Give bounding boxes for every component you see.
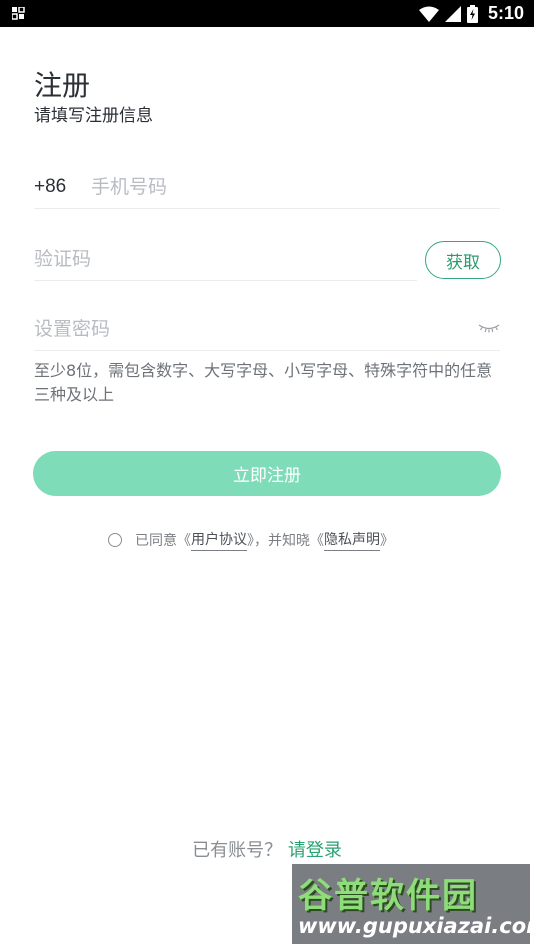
country-code[interactable]: +86 — [34, 176, 66, 198]
watermark-title: 谷普软件园 — [298, 876, 478, 916]
code-field — [34, 238, 417, 281]
watermark-url: www.gupuxiazai.com — [298, 914, 534, 938]
page-subtitle: 请填写注册信息 — [34, 106, 153, 126]
agree-radio[interactable] — [108, 533, 122, 547]
privacy-link[interactable]: 隐私声明 — [324, 529, 380, 551]
login-question: 已有账号？ — [192, 840, 283, 861]
phone-field: +86 — [34, 166, 500, 209]
login-prompt: 已有账号？ 请登录 — [0, 836, 534, 862]
signal-icon — [444, 5, 461, 22]
agreement-prefix: 已同意《 — [135, 533, 191, 549]
notification-grid-icon — [12, 7, 25, 20]
page-title: 注册 — [34, 69, 91, 102]
phone-input[interactable] — [91, 166, 491, 208]
agreement-suffix: 》 — [380, 533, 394, 549]
user-agreement-link[interactable]: 用户协议 — [191, 529, 247, 551]
wifi-icon — [418, 6, 439, 22]
register-button[interactable]: 立即注册 — [33, 451, 501, 496]
password-field — [34, 308, 500, 351]
battery-icon — [466, 4, 478, 23]
password-hint: 至少8位，需包含数字、大写字母、小写字母、特殊字符中的任意三种及以上 — [34, 361, 493, 404]
password-input[interactable] — [34, 308, 464, 350]
eye-closed-icon[interactable] — [478, 322, 500, 334]
watermark-logo: 谷普软件园 www.gupuxiazai.com — [292, 864, 534, 944]
verification-code-input[interactable] — [34, 238, 414, 280]
login-link[interactable]: 请登录 — [288, 840, 342, 861]
status-bar: 5:10 — [0, 0, 534, 27]
agreement-middle: 》，并知晓《 — [247, 533, 324, 549]
get-code-button[interactable]: 获取 — [425, 241, 501, 279]
agreement-row: 已同意《 用户协议 》，并知晓《 隐私声明 》 — [108, 529, 394, 551]
status-time: 5:10 — [487, 3, 524, 23]
